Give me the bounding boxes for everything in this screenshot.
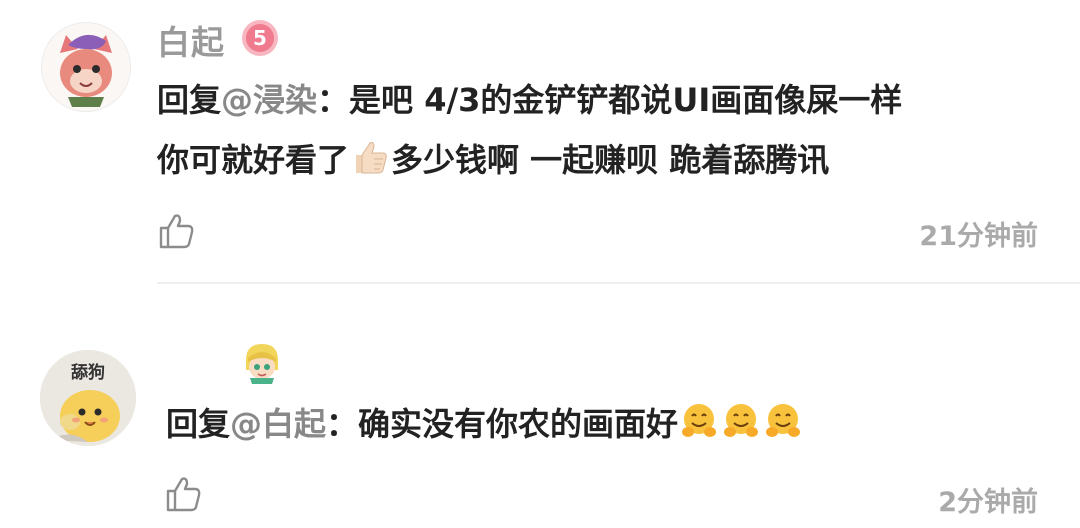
mention-link[interactable]: @浸染 [221, 81, 317, 119]
comment-line-2b: 多少钱啊 一起赚呗 跪着舔腾讯 [391, 141, 830, 179]
hugging-face-icon [721, 401, 761, 441]
timestamp: 21分钟前 [919, 221, 1038, 252]
hugging-face-icon [763, 401, 803, 441]
avatar[interactable]: 舔狗 [40, 350, 136, 446]
user-badge-icon [240, 340, 284, 384]
like-button[interactable] [156, 211, 196, 251]
username[interactable]: 白起 [157, 16, 225, 64]
comment-text: 回复@白起：确实没有你农的画面好 [166, 394, 804, 454]
thumbs-up-icon [350, 137, 390, 177]
level-badge-icon: 5 [240, 18, 280, 58]
separator: ： [326, 405, 359, 443]
timestamp: 2分钟前 [938, 487, 1038, 518]
avatar[interactable] [41, 22, 131, 112]
comment-line-1: 确实没有你农的画面好 [358, 405, 679, 443]
like-button[interactable] [163, 474, 203, 514]
comment-item: 白起 5 回复@浸染：是吧 4/3的金铲铲都说UI画面像屎一样 你可就好看了 多… [0, 0, 1080, 284]
reply-prefix: 回复 [157, 81, 222, 119]
svg-text:5: 5 [253, 26, 267, 50]
mention-link[interactable]: @白起 [230, 405, 326, 443]
reply-prefix: 回复 [166, 405, 231, 443]
hugging-face-icon [679, 401, 719, 441]
thumbs-up-outline-icon [166, 477, 201, 512]
thumbs-up-outline-icon [159, 214, 194, 249]
comment-line-2a: 你可就好看了 [157, 141, 350, 179]
avatar-caption: 舔狗 [71, 363, 105, 383]
comment-item: 舔狗 回复@白起：确实没有你农的画面好 2分钟前 [0, 282, 1080, 528]
fox-cat-avatar-icon [42, 23, 130, 111]
comment-text: 回复@浸染：是吧 4/3的金铲铲都说UI画面像屎一样 你可就好看了 多少钱啊 一… [157, 70, 902, 190]
separator: ： [317, 81, 350, 119]
comment-line-1: 是吧 4/3的金铲铲都说UI画面像屎一样 [349, 81, 903, 119]
